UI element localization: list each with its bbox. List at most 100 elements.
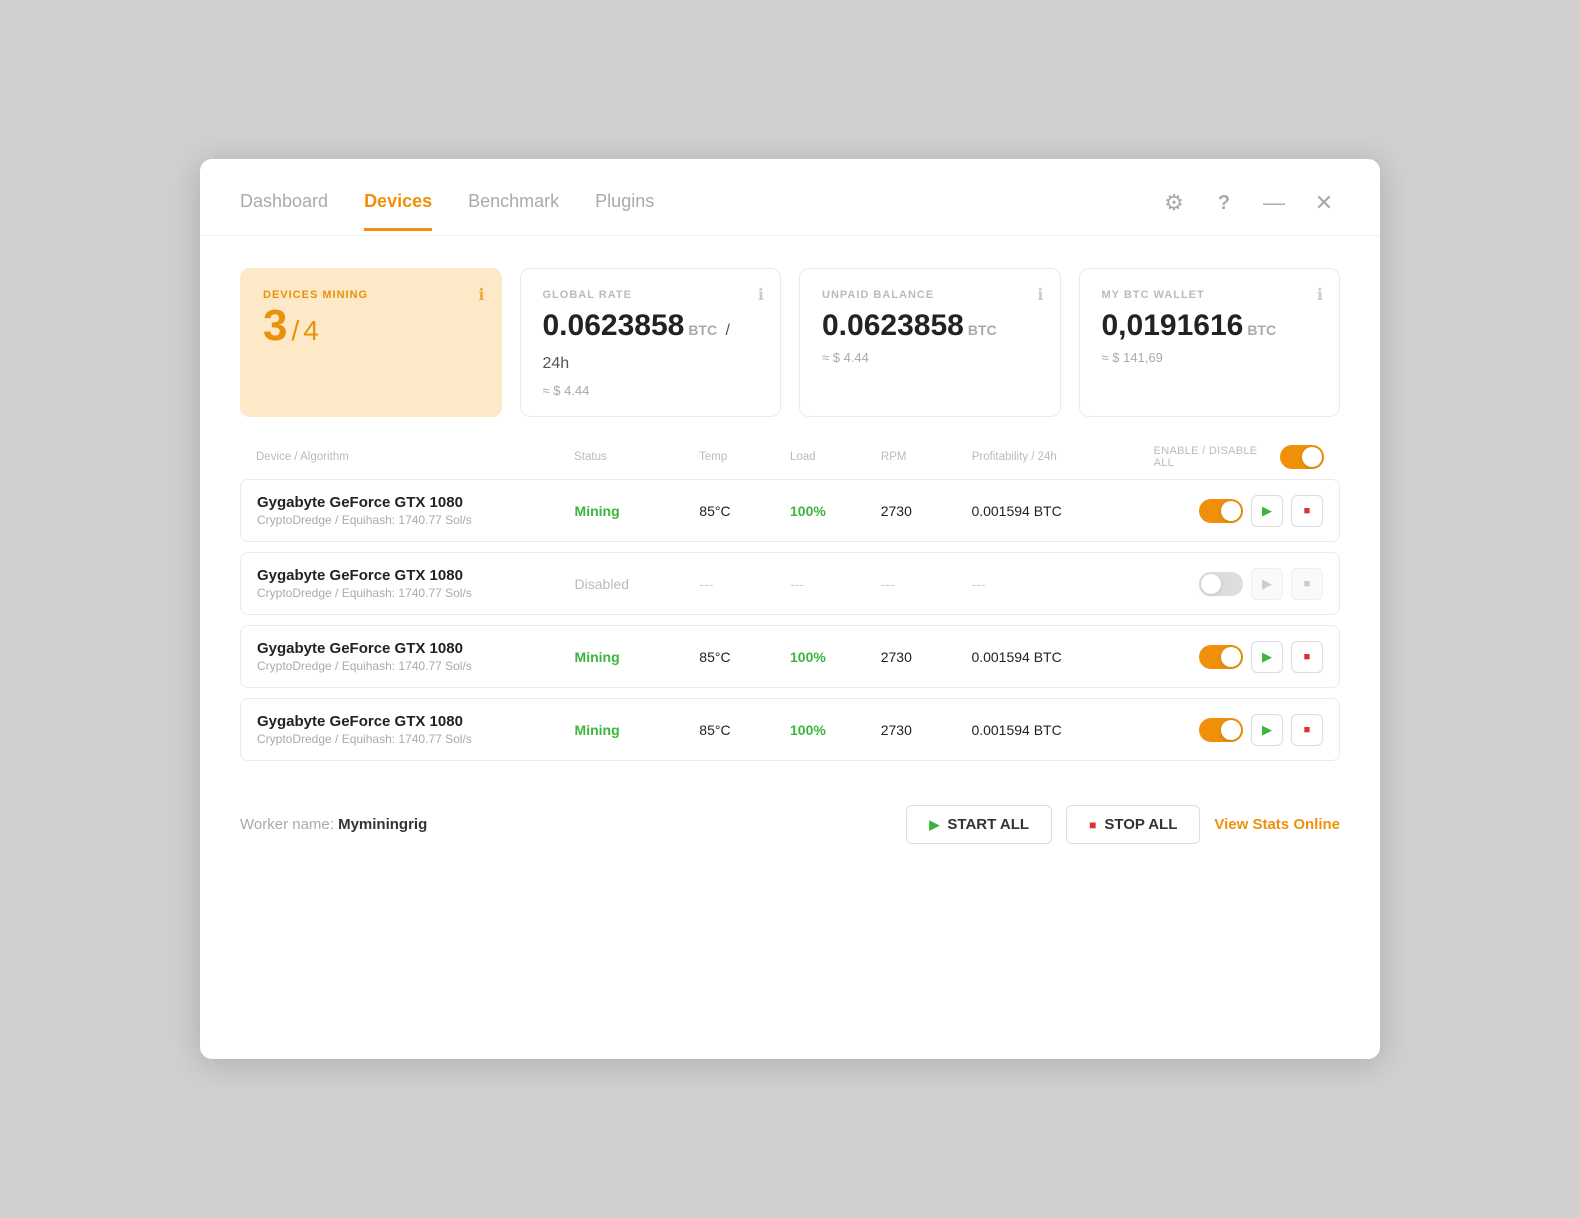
global-toggle[interactable] (1280, 445, 1324, 469)
footer-actions: ▶ START ALL ■ STOP ALL View Stats Online (906, 805, 1340, 844)
tab-benchmark[interactable]: Benchmark (468, 191, 559, 231)
tab-plugins[interactable]: Plugins (595, 191, 654, 231)
tab-dashboard[interactable]: Dashboard (240, 191, 328, 231)
footer: Worker name: Myminingrig ▶ START ALL ■ S… (200, 777, 1380, 872)
global-rate-label: GLOBAL RATE (543, 289, 759, 301)
stop-icon: ■ (1304, 651, 1311, 663)
devices-mining-label: DEVICES MINING (263, 289, 479, 301)
device-actions: ▶ ■ (1153, 641, 1323, 673)
device-play-button[interactable]: ▶ (1251, 714, 1283, 746)
col-header-rpm: RPM (881, 451, 972, 463)
devices-mining-info-icon[interactable]: ℹ (478, 285, 484, 305)
devices-mining-card: DEVICES MINING 3 / 4 ℹ (240, 268, 502, 417)
device-load: 100% (790, 649, 881, 665)
device-rpm: 2730 (881, 722, 972, 738)
device-status: Disabled (575, 576, 700, 592)
mining-slash: / (291, 315, 299, 347)
worker-name-section: Worker name: Myminingrig (240, 816, 427, 833)
device-name: Gygabyte GeForce GTX 1080 (257, 567, 575, 584)
stop-icon: ■ (1304, 505, 1311, 517)
global-rate-card: GLOBAL RATE 0.0623858BTC / 24h ≈ $ 4.44 … (520, 268, 782, 417)
device-temp: --- (699, 576, 790, 592)
device-status: Mining (575, 722, 700, 738)
gear-icon: ⚙ (1164, 190, 1184, 216)
btc-wallet-label: MY BTC WALLET (1102, 289, 1318, 301)
device-toggle-knob (1221, 720, 1241, 740)
help-button[interactable]: ? (1208, 187, 1240, 219)
device-toggle[interactable] (1199, 572, 1243, 596)
mining-total: 4 (303, 315, 319, 347)
device-profit: --- (971, 576, 1152, 592)
device-toggle-knob (1221, 647, 1241, 667)
minimize-button[interactable]: — (1258, 187, 1290, 219)
device-name: Gygabyte GeForce GTX 1080 (257, 640, 575, 657)
device-play-button[interactable]: ▶ (1251, 568, 1283, 600)
unpaid-balance-sub: ≈ $ 4.44 (822, 350, 1038, 365)
col-header-status: Status (574, 451, 699, 463)
col-header-device: Device / Algorithm (256, 451, 574, 463)
device-name: Gygabyte GeForce GTX 1080 (257, 713, 575, 730)
play-icon: ▶ (1262, 576, 1272, 592)
tab-devices[interactable]: Devices (364, 191, 432, 231)
view-stats-button[interactable]: View Stats Online (1214, 816, 1340, 833)
device-algo: CryptoDredge / Equihash: 1740.77 Sol/s (257, 513, 575, 527)
start-all-button[interactable]: ▶ START ALL (906, 805, 1052, 844)
col-header-load: Load (790, 451, 881, 463)
help-icon: ? (1218, 192, 1230, 215)
device-rpm: --- (881, 576, 972, 592)
device-actions: ▶ ■ (1153, 714, 1323, 746)
devices-mining-value: 3 / 4 (263, 301, 479, 351)
device-profit: 0.001594 BTC (971, 503, 1152, 519)
app-window: Dashboard Devices Benchmark Plugins ⚙ ? … (200, 159, 1380, 1059)
device-toggle[interactable] (1199, 499, 1243, 523)
table-row: Gygabyte GeForce GTX 1080 CryptoDredge /… (240, 698, 1340, 761)
close-button[interactable]: ✕ (1308, 187, 1340, 219)
btc-wallet-info-icon[interactable]: ℹ (1317, 285, 1323, 305)
device-profit: 0.001594 BTC (971, 649, 1152, 665)
table-row: Gygabyte GeForce GTX 1080 CryptoDredge /… (240, 625, 1340, 688)
device-table: Device / Algorithm Status Temp Load RPM … (200, 435, 1380, 761)
settings-button[interactable]: ⚙ (1158, 187, 1190, 219)
device-play-button[interactable]: ▶ (1251, 495, 1283, 527)
btc-wallet-value: 0,0191616BTC (1102, 309, 1318, 342)
device-algo: CryptoDredge / Equihash: 1740.77 Sol/s (257, 586, 575, 600)
unpaid-balance-info-icon[interactable]: ℹ (1037, 285, 1043, 305)
unpaid-balance-label: UNPAID BALANCE (822, 289, 1038, 301)
minimize-icon: — (1263, 190, 1285, 216)
device-stop-button[interactable]: ■ (1291, 495, 1323, 527)
global-rate-value: 0.0623858BTC / 24h (543, 309, 759, 375)
enable-disable-label: ENABLE / DISABLE ALL (1154, 445, 1266, 469)
device-toggle[interactable] (1199, 718, 1243, 742)
device-stop-button[interactable]: ■ (1291, 641, 1323, 673)
play-icon: ▶ (1262, 649, 1272, 665)
table-header: Device / Algorithm Status Temp Load RPM … (240, 435, 1340, 479)
stats-row: DEVICES MINING 3 / 4 ℹ GLOBAL RATE 0.062… (200, 236, 1380, 435)
col-header-temp: Temp (699, 451, 790, 463)
mining-current: 3 (263, 301, 287, 351)
worker-label: Worker name: (240, 816, 334, 833)
device-toggle[interactable] (1199, 645, 1243, 669)
play-icon: ▶ (1262, 722, 1272, 738)
col-header-actions: ENABLE / DISABLE ALL (1154, 445, 1324, 469)
device-stop-button[interactable]: ■ (1291, 714, 1323, 746)
stop-icon: ■ (1304, 724, 1311, 736)
nav-controls: ⚙ ? — ✕ (1158, 187, 1340, 235)
col-header-profit: Profitability / 24h (972, 451, 1154, 463)
close-icon: ✕ (1315, 190, 1333, 216)
device-temp: 85°C (699, 722, 790, 738)
device-algo: CryptoDredge / Equihash: 1740.77 Sol/s (257, 659, 575, 673)
stop-icon: ■ (1304, 578, 1311, 590)
worker-value: Myminingrig (338, 816, 427, 833)
device-stop-button[interactable]: ■ (1291, 568, 1323, 600)
nav-tabs: Dashboard Devices Benchmark Plugins (240, 191, 654, 231)
global-rate-info-icon[interactable]: ℹ (758, 285, 764, 305)
stop-all-button[interactable]: ■ STOP ALL (1066, 805, 1200, 844)
device-temp: 85°C (699, 649, 790, 665)
global-toggle-knob (1302, 447, 1322, 467)
device-play-button[interactable]: ▶ (1251, 641, 1283, 673)
nav-bar: Dashboard Devices Benchmark Plugins ⚙ ? … (200, 159, 1380, 236)
device-info: Gygabyte GeForce GTX 1080 CryptoDredge /… (257, 567, 575, 600)
device-actions: ▶ ■ (1153, 495, 1323, 527)
global-rate-sub: ≈ $ 4.44 (543, 383, 759, 398)
device-toggle-knob (1221, 501, 1241, 521)
